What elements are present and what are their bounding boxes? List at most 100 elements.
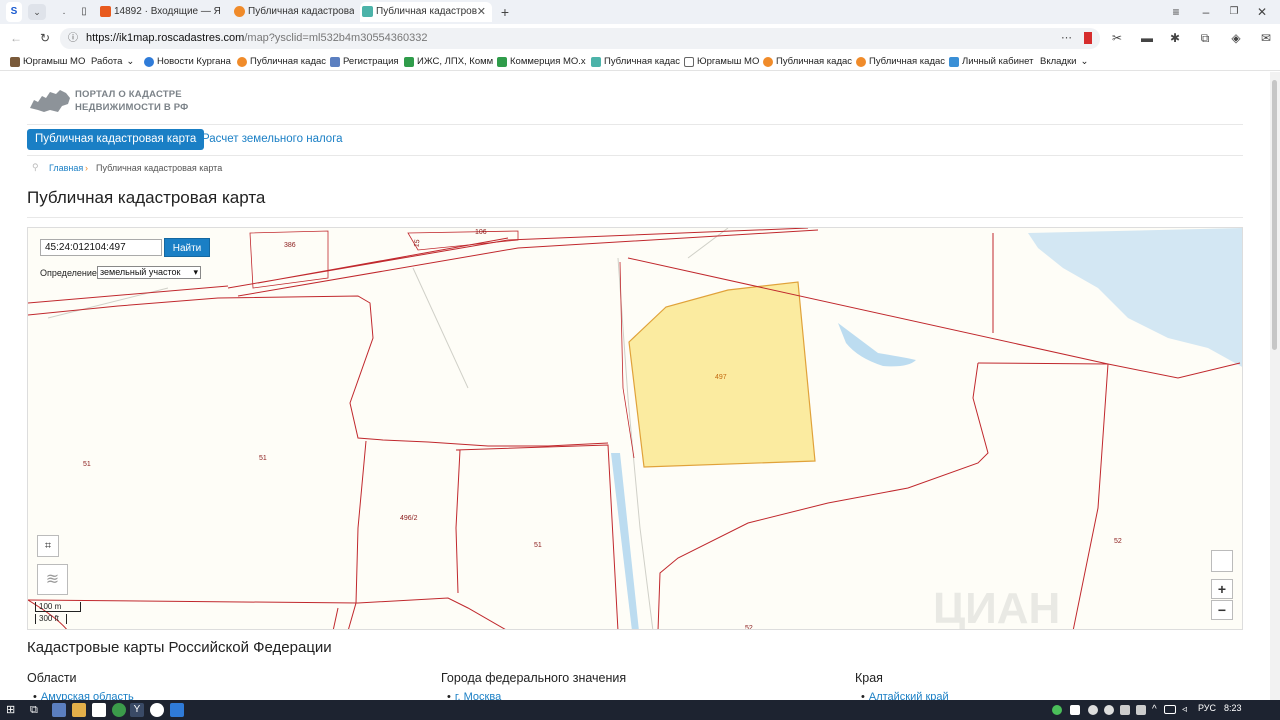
shield-icon[interactable]: ◈ — [1228, 30, 1244, 46]
cadastral-map[interactable]: 386 106 15 497 51 51 51 496/2 52 52 ЦИАН… — [27, 227, 1243, 630]
zoom-in-button[interactable]: + — [1211, 579, 1233, 599]
regions-column-krais: Края — [855, 671, 883, 685]
logo-line-2: НЕДВИЖИМОСТИ В РФ — [75, 102, 189, 113]
bookmark-label: Публичная кадас — [604, 56, 681, 67]
keyboard-language[interactable]: РУС — [1198, 703, 1216, 713]
new-tab-button[interactable]: + — [497, 4, 513, 20]
definition-select[interactable]: земельный участок — [97, 266, 201, 279]
map-canvas[interactable]: 386 106 15 497 51 51 51 496/2 52 52 ЦИАН — [28, 228, 1243, 630]
bookmark-item[interactable]: Юргамыш МО — [10, 55, 85, 69]
notifications-icon[interactable]: ✉ — [1258, 30, 1274, 46]
cian-watermark: ЦИАН — [933, 584, 1060, 630]
bookmark-favicon-icon — [404, 57, 414, 67]
app-icon[interactable] — [52, 703, 66, 717]
page-icon[interactable]: ▯ — [76, 4, 92, 20]
tray-icon[interactable] — [1052, 705, 1062, 715]
bookmark-label: Публичная кадас — [869, 56, 946, 67]
reload-icon[interactable]: ↻ — [37, 30, 53, 46]
parcel-label-52-east: 52 — [1114, 538, 1122, 545]
minimize-icon[interactable]: – — [1198, 4, 1214, 20]
tab-mail-label: 14892 · Входящие — Янд — [114, 6, 220, 17]
volume-icon[interactable]: ◃ — [1182, 703, 1196, 717]
pinned-tab-icon[interactable]: . — [56, 4, 72, 20]
tab-cadastre-active[interactable]: Публичная кадастров ✕ — [360, 2, 492, 22]
app-icon[interactable] — [170, 703, 184, 717]
logo-line-1: ПОРТАЛ О КАДАСТРЕ — [75, 89, 182, 100]
tools-icon[interactable]: ✂ — [1109, 30, 1125, 46]
close-window-icon[interactable]: ✕ — [1254, 4, 1270, 20]
tray-icon[interactable] — [1104, 705, 1114, 715]
bookmark-item[interactable]: Личный кабинет — [949, 55, 1033, 69]
bookmark-item[interactable]: Публичная кадас — [763, 55, 852, 69]
parcel-label-106: 106 — [475, 229, 487, 236]
bookmark-icon[interactable] — [1084, 32, 1092, 44]
document-icon[interactable] — [92, 703, 106, 717]
bullet-icon: • — [861, 691, 865, 700]
bookmark-favicon-icon — [237, 57, 247, 67]
tab-cadastre-1[interactable]: Публичная кадастровая — [232, 2, 354, 22]
site-info-icon[interactable]: ⓘ — [68, 28, 78, 49]
more-icon[interactable]: ⋯ — [1061, 28, 1072, 49]
region-link[interactable]: • г. Москва — [447, 691, 501, 700]
tray-icon[interactable] — [1120, 705, 1130, 715]
bookmarks-folder-tabs[interactable]: Вкладки ⌄ — [1040, 55, 1088, 69]
bookmark-folder[interactable]: Работа ⌄ — [78, 55, 134, 69]
header-divider — [27, 124, 1243, 125]
tray-icon[interactable] — [1136, 705, 1146, 715]
tab-mail[interactable]: 14892 · Входящие — Янд — [98, 2, 220, 22]
profile-button[interactable]: S — [6, 2, 22, 22]
back-icon[interactable]: ← — [8, 30, 24, 46]
bookmark-item[interactable]: ИЖС, ЛПХ, Комм — [404, 55, 493, 69]
app-icon[interactable] — [112, 703, 126, 717]
bookmark-item[interactable]: Публичная кадас — [237, 55, 326, 69]
collections-icon[interactable]: ⧉ — [1197, 30, 1213, 46]
parcel-label-51-west: 51 — [83, 461, 91, 468]
bookmarks-bar: Юргамыш МО Работа ⌄ Новости Кургана Публи… — [0, 52, 1280, 71]
russia-map-logo-icon[interactable] — [28, 86, 72, 114]
explorer-icon[interactable] — [72, 703, 86, 717]
zoom-out-button[interactable]: − — [1211, 600, 1233, 620]
bookmark-item[interactable]: Публичная кадас — [591, 55, 680, 69]
yandex-browser-icon[interactable]: Y — [130, 703, 144, 717]
url-field[interactable]: ⓘ https://ik1map.roscadastres.com/map?ys… — [60, 28, 1100, 49]
scrollbar-thumb[interactable] — [1272, 80, 1277, 350]
breadcrumb-home[interactable]: Главная — [49, 163, 83, 173]
crop-icon: ⌗ — [44, 540, 52, 552]
bookmark-item[interactable]: Новости Кургана — [144, 55, 231, 69]
tray-icon[interactable] — [1088, 705, 1098, 715]
layers-button[interactable]: ≋ — [37, 564, 68, 595]
parcel-south-boundary — [28, 597, 506, 629]
fullscreen-button[interactable] — [1211, 550, 1233, 572]
task-view-icon[interactable]: ⧉ — [30, 703, 44, 717]
area-select-button[interactable]: ⌗ — [37, 535, 59, 557]
site-icon — [362, 6, 373, 17]
windows-start-icon[interactable]: ⊞ — [6, 703, 20, 717]
nav-tab-land-tax[interactable]: Расчет земельного налога — [202, 129, 343, 150]
mail-icon — [100, 6, 111, 17]
tray-icon[interactable] — [1070, 705, 1080, 715]
menu-icon[interactable]: ≡ — [1168, 4, 1184, 20]
tabs-menu-icon[interactable]: ⌄ — [28, 4, 46, 20]
find-button[interactable]: Найти — [164, 238, 210, 257]
page-scrollbar[interactable] — [1270, 72, 1280, 700]
display-icon[interactable] — [1164, 705, 1176, 714]
close-tab-icon[interactable]: ✕ — [477, 2, 486, 22]
bookmark-item[interactable]: Регистрация — [330, 55, 399, 69]
nav-tab-cadastral-map[interactable]: Публичная кадастровая карта — [27, 129, 205, 150]
downloads-icon[interactable]: ▬ — [1139, 30, 1155, 46]
clock[interactable]: 8:23 — [1224, 703, 1242, 713]
bookmark-item[interactable]: Коммерция МО.х — [497, 55, 586, 69]
os-taskbar: ⊞ ⧉ Y ^ ◃ РУС 8:23 — [0, 700, 1280, 720]
bookmark-item[interactable]: Юргамыш МО — [684, 55, 759, 69]
bookmark-item[interactable]: Публичная кадас — [856, 55, 945, 69]
restore-icon[interactable]: ❐ — [1226, 4, 1242, 20]
browser-icon[interactable] — [150, 703, 164, 717]
definition-select-value: земельный участок — [100, 267, 181, 277]
site-logo-text[interactable]: ПОРТАЛ О КАДАСТРЕ НЕДВИЖИМОСТИ В РФ — [75, 88, 189, 114]
region-link[interactable]: • Алтайский край — [861, 691, 949, 700]
extensions-icon[interactable]: ✱ — [1167, 30, 1183, 46]
cadastral-number-input[interactable]: 45:24:012104:497 — [40, 239, 162, 256]
region-link[interactable]: • Амурская область — [33, 691, 134, 700]
bookmark-label: Юргамыш МО — [23, 56, 86, 67]
browser-tab-bar: S ⌄ . ▯ 14892 · Входящие — Янд Публичная… — [0, 0, 1280, 24]
